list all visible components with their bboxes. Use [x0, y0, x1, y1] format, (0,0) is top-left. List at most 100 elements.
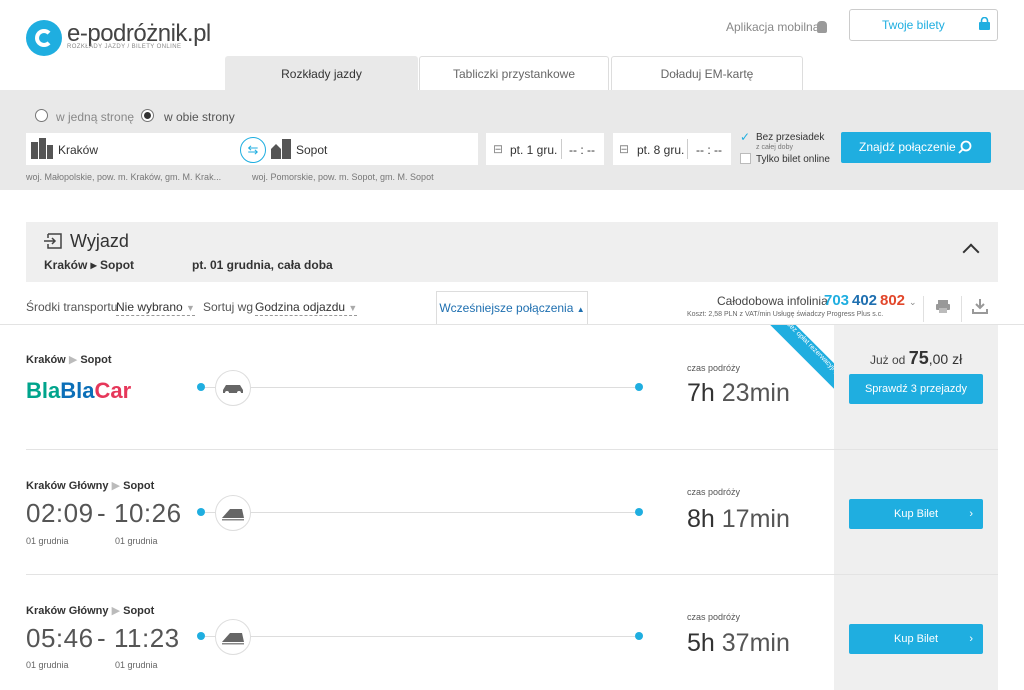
departure-time: 02:09: [26, 498, 94, 528]
infoline-label: Całodobowa infolinia: [717, 294, 828, 308]
arrival-date: 01 grudnia: [115, 660, 158, 670]
price: Już od 75,00 zł: [870, 348, 962, 369]
buy-ticket-button[interactable]: Kup Bilet ›: [849, 499, 983, 529]
one-way-radio[interactable]: [35, 109, 48, 122]
from-hint: woj. Małopolskie, pow. m. Kraków, gm. M.…: [26, 172, 222, 182]
print-icon[interactable]: [933, 296, 953, 316]
route-label: Kraków Główny ▶ Sopot: [26, 604, 154, 617]
round-trip-radio[interactable]: [141, 109, 154, 122]
your-tickets-label: Twoje bilety: [882, 18, 945, 32]
your-tickets-button[interactable]: Twoje bilety: [849, 9, 998, 41]
no-fees-ribbon: Bez opłat rezerwacyjnych: [767, 325, 834, 392]
buy-ticket-button[interactable]: Kup Bilet ›: [849, 624, 983, 654]
route-label: Kraków ▶ Sopot: [26, 353, 112, 366]
chevron-right-icon: ›: [969, 633, 973, 645]
logo-icon[interactable]: [26, 20, 62, 56]
duration-minutes: 17min: [721, 505, 790, 533]
start-dot: [197, 508, 205, 516]
route-line: [205, 387, 635, 388]
tab-timetables[interactable]: Rozkłady jazdy: [225, 56, 418, 90]
no-transfers-sub: z całej doby: [756, 144, 793, 151]
duration-hours: 8h: [687, 505, 715, 533]
buy-ticket-label: Kup Bilet: [893, 508, 939, 520]
swap-direction-button[interactable]: ⇆: [240, 137, 266, 163]
duration: 5h 37min: [687, 629, 790, 658]
no-transfers-label[interactable]: Bez przesiadek: [756, 132, 824, 143]
earlier-connections-label: Wcześniejsze połączenia: [439, 301, 574, 315]
from-input[interactable]: Kraków: [58, 143, 98, 157]
price-main: 75: [908, 348, 929, 368]
route-to: Sopot: [123, 605, 155, 617]
tab-em-card[interactable]: Doładuj EM-kartę: [611, 56, 803, 90]
logo-subtitle: ROZKŁADY JAZDY / BILETY ONLINE: [67, 44, 182, 50]
return-time[interactable]: -- : --: [696, 143, 722, 157]
duration-label: czas podróży: [687, 363, 741, 373]
departure-icon: [44, 233, 62, 249]
chevron-up-icon: ▲: [576, 305, 585, 314]
route-line: [205, 512, 635, 513]
sort-select[interactable]: Godzina odjazdu ▼: [255, 300, 358, 316]
arrival-time: 10:26: [114, 498, 182, 528]
duration-minutes: 37min: [721, 629, 790, 657]
end-dot: [635, 632, 643, 640]
arrow-icon: ▶: [68, 354, 78, 366]
sort-label: Sortuj wg: [203, 300, 254, 314]
chevron-down-icon[interactable]: ⌄: [909, 297, 917, 308]
duration-label: czas podróży: [687, 487, 741, 497]
online-only-checkbox[interactable]: [740, 153, 751, 164]
start-dot: [197, 383, 205, 391]
search-icon: [958, 140, 972, 154]
divider: [687, 139, 688, 159]
round-trip-label[interactable]: w obie strony: [164, 110, 235, 124]
route-to: Sopot: [80, 354, 112, 366]
transport-select[interactable]: Nie wybrano ▼: [116, 300, 195, 316]
tab-stop-tables[interactable]: Tabliczki przystankowe: [419, 56, 609, 90]
outbound-time[interactable]: -- : --: [569, 143, 595, 157]
dropdown-arrow-icon: ▼: [348, 303, 358, 313]
route-from: Kraków Główny: [26, 605, 109, 617]
transport-value: Nie wybrano: [116, 300, 183, 314]
divider: [923, 296, 924, 322]
route-from: Kraków Główny: [26, 480, 109, 492]
route-label: Kraków Główny ▶ Sopot: [26, 479, 154, 492]
car-icon: [215, 370, 251, 406]
earlier-connections-button[interactable]: Wcześniejsze połączenia ▲: [436, 291, 588, 324]
to-input[interactable]: Sopot: [296, 143, 327, 157]
duration-hours: 5h: [687, 629, 715, 657]
online-only-label[interactable]: Tylko bilet online: [756, 154, 830, 165]
departure-title: Wyjazd: [70, 231, 129, 251]
train-icon: [215, 619, 251, 655]
no-fees-ribbon-text: Bez opłat rezerwacyjnych: [767, 325, 834, 392]
no-transfers-checkbox[interactable]: ✓: [740, 131, 751, 143]
price-rest: ,00 zł: [928, 351, 963, 367]
end-dot: [635, 508, 643, 516]
route-line: [205, 636, 635, 637]
download-icon[interactable]: [970, 296, 990, 316]
return-date[interactable]: pt. 8 gru.: [637, 143, 684, 157]
transport-label: Środki transportu: [26, 300, 118, 314]
infoline-number-1[interactable]: 703: [824, 292, 849, 309]
chevron-right-icon: ›: [969, 508, 973, 520]
end-dot: [635, 383, 643, 391]
to-hint: woj. Pomorskie, pow. m. Sopot, gm. M. So…: [252, 172, 434, 182]
time-separator: -: [97, 623, 107, 653]
outbound-date[interactable]: pt. 1 gru.: [510, 143, 557, 157]
duration-label: czas podróży: [687, 612, 741, 622]
check-rides-button[interactable]: Sprawdź 3 przejazdy: [849, 374, 983, 404]
start-dot: [197, 632, 205, 640]
departure-date: pt. 01 grudnia, cała doba: [192, 258, 333, 272]
mobile-app-link[interactable]: Aplikacja mobilna: [726, 20, 819, 34]
infoline-number-3[interactable]: 802: [880, 292, 905, 309]
town-icon: [271, 139, 291, 159]
city-icon: [31, 138, 53, 159]
departure-date: 01 grudnia: [26, 660, 69, 670]
departure-header: [26, 222, 998, 282]
infoline-number-2[interactable]: 402: [852, 292, 877, 309]
infoline-cost: Koszt: 2,58 PLN z VAT/min Usługę świadcz…: [687, 311, 884, 318]
one-way-label[interactable]: w jedną stronę: [56, 110, 134, 124]
android-icon: [817, 21, 827, 33]
arrow-icon: ▶: [111, 480, 121, 492]
calendar-icon: ⊟: [493, 142, 504, 156]
train-icon: [215, 495, 251, 531]
sort-value: Godzina odjazdu: [255, 300, 346, 314]
